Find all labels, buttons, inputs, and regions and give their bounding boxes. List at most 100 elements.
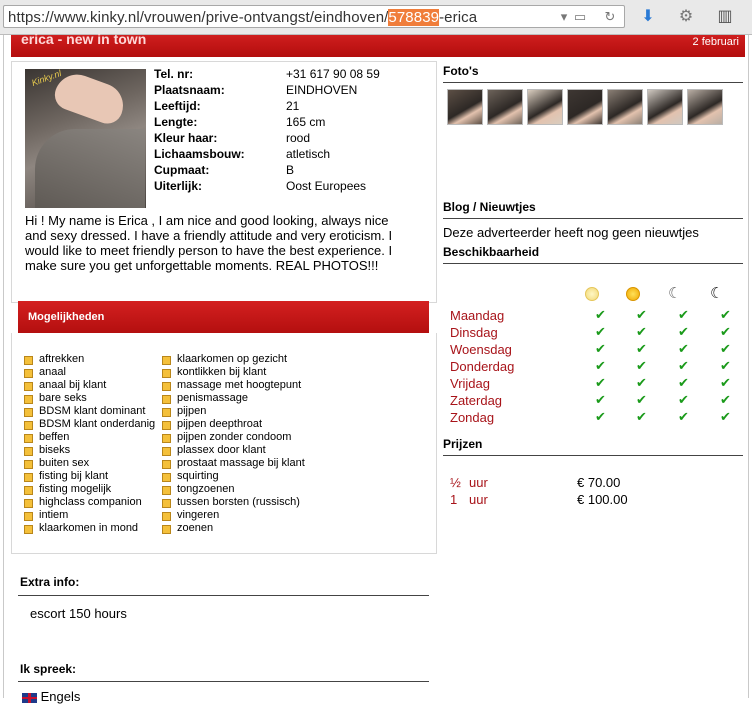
service-item: bare seks [24, 392, 155, 405]
reload-icon[interactable]: ↻ [602, 9, 618, 25]
check-icon: ✔ [678, 409, 689, 424]
menu-icon[interactable]: ▥ [715, 7, 735, 27]
ad-date: 2 februari [692, 36, 739, 48]
profile-description: Hi ! My name is Erica , I am nice and go… [25, 213, 393, 273]
bullet-icon [24, 382, 33, 391]
service-item: pijpen [162, 405, 305, 418]
availability-days: Maandag Dinsdag Woensdag Donderdag Vrijdag Za… [450, 307, 514, 426]
bullet-icon [162, 512, 171, 521]
check-icon: ✔ [595, 409, 606, 424]
photo-sheet [35, 129, 145, 208]
afternoon-sun-icon [626, 287, 640, 301]
service-item: plassex door klant [162, 444, 305, 457]
service-label: BDSM klant dominant [39, 405, 146, 417]
price-value: € 70.00 [577, 475, 621, 490]
mogelijkheden-header: Mogelijkheden [18, 301, 429, 333]
check-icon: ✔ [595, 358, 606, 373]
service-item: BDSM klant onderdanig [24, 418, 155, 431]
service-item: highclass companion [24, 496, 155, 509]
check-icon: ✔ [678, 307, 689, 322]
mogelijkheden-title: Mogelijkheden [28, 311, 105, 323]
divider [443, 82, 743, 83]
service-label: plassex door klant [177, 444, 266, 456]
check-icon: ✔ [636, 324, 647, 339]
bullet-icon [24, 395, 33, 404]
photo-thumbnail[interactable] [647, 89, 683, 125]
service-item: fisting bij klant [24, 470, 155, 483]
bullet-icon [162, 525, 171, 534]
check-icon: ✔ [595, 375, 606, 390]
service-item: anaal bij klant [24, 379, 155, 392]
field-label: Leeftijd: [154, 99, 201, 113]
divider [18, 681, 429, 682]
service-label: pijpen zonder condoom [177, 431, 292, 443]
fotos-title: Foto's [443, 64, 479, 78]
dropdown-icon[interactable]: ▾ [556, 9, 572, 25]
service-item: kontlikken bij klant [162, 366, 305, 379]
availability-title: Beschikbaarheid [443, 245, 540, 259]
service-item: zoenen [162, 522, 305, 535]
profile-field: Lengte: 165 cm [154, 114, 325, 130]
service-label: aftrekken [39, 353, 85, 365]
photo-thumbnail[interactable] [567, 89, 603, 125]
services-column-2: klaarkomen op gezicht kontlikken bij klan… [162, 353, 305, 535]
service-label: BDSM klant onderdanig [39, 418, 156, 430]
divider [443, 263, 743, 264]
photo-thumbnail[interactable] [607, 89, 643, 125]
bullet-icon [162, 395, 171, 404]
service-label: anaal [39, 366, 66, 378]
photo-thumbnail[interactable] [527, 89, 563, 125]
check-icon: ✔ [720, 392, 731, 407]
service-item: intiem [24, 509, 155, 522]
check-icon: ✔ [720, 324, 731, 339]
field-label: Lengte: [154, 115, 198, 129]
services-column-1: aftrekken anaal anaal bij klant bare seks BD… [24, 353, 155, 535]
service-label: kontlikken bij klant [177, 366, 267, 378]
check-icon: ✔ [678, 392, 689, 407]
check-icon: ✔ [595, 392, 606, 407]
bullet-icon [162, 434, 171, 443]
url-bar[interactable]: https://www.kinky.nl/vrouwen/prive-ontva… [3, 5, 625, 28]
service-label: tussen borsten (russisch) [177, 496, 300, 508]
service-item: massage met hoogtepunt [162, 379, 305, 392]
reader-view-icon[interactable]: ▭ [572, 9, 588, 25]
price-qty: 1 [450, 492, 458, 507]
photo-thumbnail[interactable] [487, 89, 523, 125]
profile-photo[interactable]: Kinky.nl [25, 69, 146, 208]
extensions-icon[interactable]: ⚙ [676, 7, 696, 27]
service-label: highclass companion [39, 496, 142, 508]
ad-title: erica - new in town [21, 31, 147, 47]
service-label: buiten sex [39, 457, 90, 469]
extra-info-title: Extra info: [20, 575, 80, 589]
day-label: Donderdag [450, 359, 515, 374]
blog-text: Deze adverteerder heeft nog geen nieuwtj… [443, 225, 699, 240]
price-unit: uur [469, 492, 488, 507]
service-item: beffen [24, 431, 155, 444]
field-value: atletisch [286, 147, 331, 161]
day-label: Woensdag [450, 342, 512, 357]
url-text[interactable]: https://www.kinky.nl/vrouwen/prive-ontva… [8, 9, 477, 26]
download-icon[interactable]: ⬇ [638, 7, 658, 27]
night-moon-icon: ☾ [710, 285, 724, 302]
field-value: EINDHOVEN [286, 83, 358, 97]
check-icon: ✔ [636, 307, 647, 322]
bullet-icon [24, 473, 33, 482]
service-label: zoenen [177, 522, 214, 534]
field-value: Oost Europees [286, 179, 367, 193]
check-icon: ✔ [595, 324, 606, 339]
photo-thumbnail[interactable] [447, 89, 483, 125]
check-icon: ✔ [595, 341, 606, 356]
check-icon: ✔ [720, 358, 731, 373]
service-label: prostaat massage bij klant [177, 457, 305, 469]
service-item: aftrekken [24, 353, 155, 366]
field-value: +31 617 90 08 59 [286, 67, 380, 81]
bullet-icon [162, 447, 171, 456]
blog-title: Blog / Nieuwtjes [443, 200, 536, 214]
photo-figure [50, 69, 130, 128]
day-label: Dinsdag [450, 325, 498, 340]
price-row: 1 uur € 100.00 [450, 491, 628, 508]
language-item: Engels [22, 689, 80, 704]
service-label: klaarkomen in mond [39, 522, 139, 534]
photo-thumbnail[interactable] [687, 89, 723, 125]
check-icon: ✔ [678, 358, 689, 373]
